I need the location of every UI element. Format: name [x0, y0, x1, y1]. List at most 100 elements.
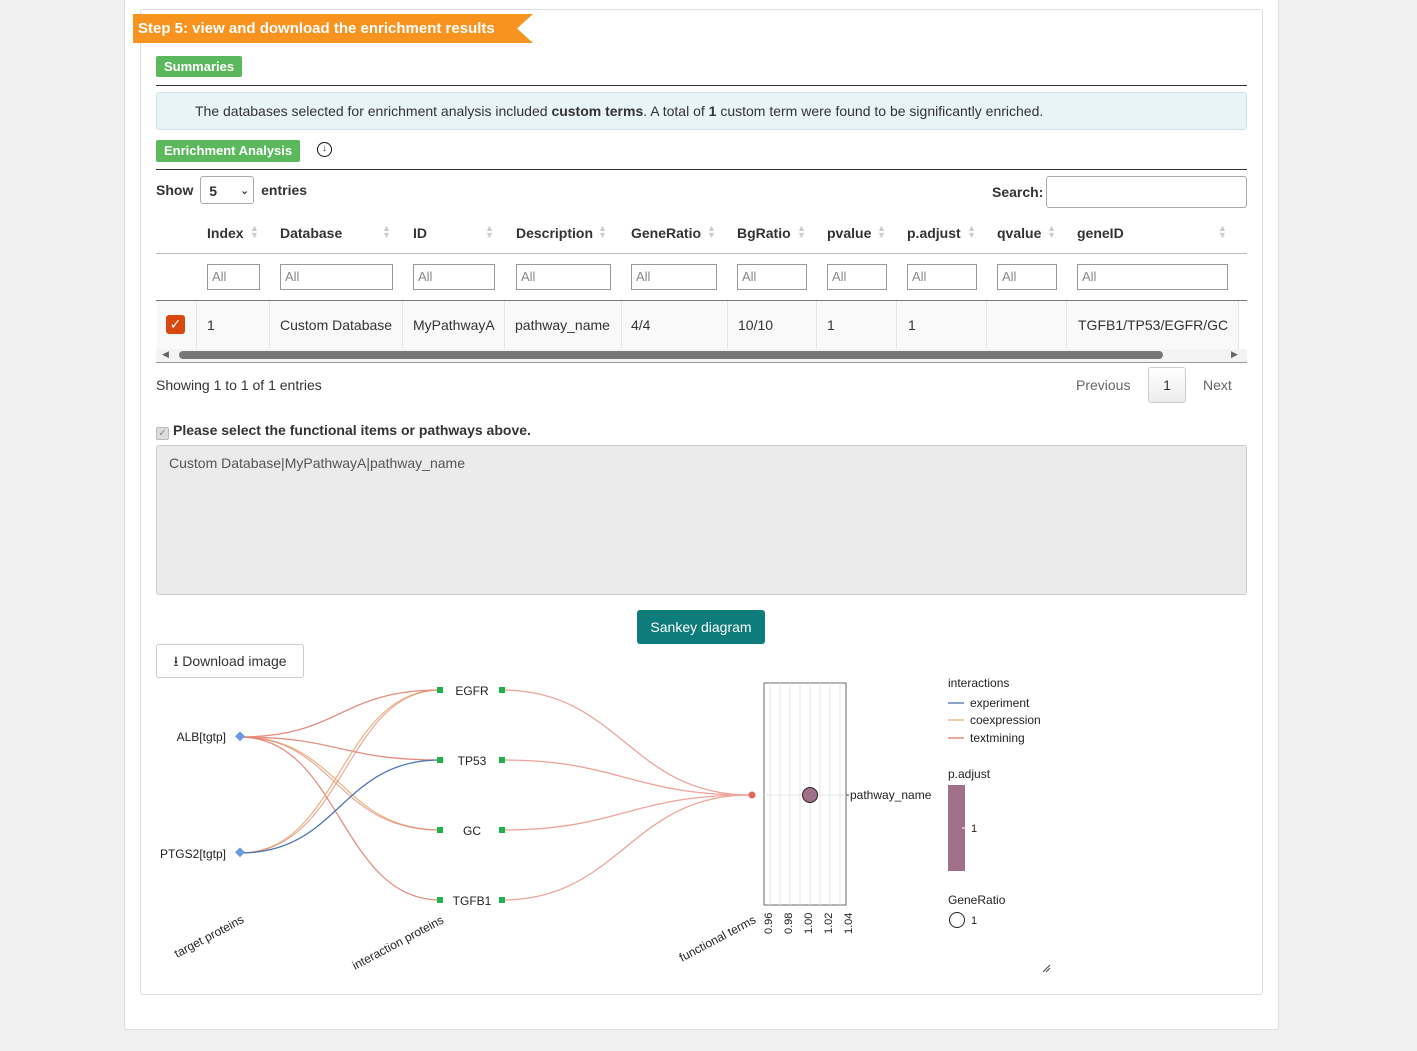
col-header-database[interactable]: Database	[280, 225, 342, 241]
node-functional-term	[748, 791, 756, 799]
legend-generatio-circle	[949, 912, 965, 928]
scroll-left-icon[interactable]: ◀	[162, 349, 169, 360]
next-button[interactable]: Next	[1203, 377, 1232, 393]
cell-separator	[196, 301, 197, 349]
functional-terms-caption: functional terms	[677, 913, 758, 965]
filter-database[interactable]: All	[280, 264, 393, 290]
node-alb	[235, 731, 245, 742]
cell-bgratio: 10/10	[738, 317, 774, 333]
sankey-plot: ALB[tgtp] PTGS2[tgtp] EGFR TP53 GC TGFB1…	[160, 676, 1051, 973]
cell-generatio: 4/4	[631, 317, 651, 333]
col-header-index[interactable]: Index	[207, 225, 244, 241]
legend-experiment: experiment	[970, 696, 1030, 710]
summary-text: . A total of	[643, 103, 709, 119]
target-label-alb: ALB[tgtp]	[177, 730, 226, 744]
col-header-pvalue[interactable]: pvalue	[827, 225, 871, 241]
sort-icon: ▲ ▼	[382, 223, 391, 240]
cell-separator	[816, 301, 817, 349]
legend-padjust-title: p.adjust	[948, 767, 991, 781]
edge-ptgs2-egfr-coexpression	[239, 689, 441, 854]
edge-alb-gc-coexpression	[239, 736, 441, 831]
legend-interactions-title: interactions	[948, 676, 1009, 690]
col-header-id[interactable]: ID	[413, 225, 427, 241]
search-input[interactable]	[1046, 176, 1247, 208]
sort-icon: ▲ ▼	[707, 223, 716, 240]
legend-padjust-value: 1	[971, 823, 977, 835]
interaction-label-egfr: EGFR	[455, 684, 489, 698]
filter-description[interactable]: All	[516, 264, 611, 290]
x-tick-label: 1.04	[843, 913, 855, 934]
col-header-bgratio[interactable]: BgRatio	[737, 225, 791, 241]
filter-geneid[interactable]: All	[1077, 264, 1228, 290]
node-egfr-left	[437, 687, 443, 693]
col-header-description[interactable]: Description	[516, 225, 593, 241]
node-egfr-right	[499, 687, 505, 693]
entries-label: entries	[261, 182, 308, 198]
edge-alb-egfr	[239, 689, 441, 738]
previous-button[interactable]: Previous	[1076, 377, 1130, 393]
divider	[156, 169, 1247, 170]
interaction-label-gc: GC	[463, 824, 481, 838]
row-checkbox[interactable]: ✓	[166, 315, 185, 334]
edge-alb-tgfb1	[239, 736, 441, 901]
cell-database: Custom Database	[280, 317, 393, 333]
table-info: Showing 1 to 1 of 1 entries	[156, 377, 322, 393]
resize-handle-icon[interactable]	[1042, 964, 1051, 973]
page-1-button[interactable]: 1	[1148, 367, 1186, 403]
node-gc-right	[499, 827, 505, 833]
node-ptgs2	[235, 847, 245, 858]
x-tick-label: 0.96	[763, 913, 775, 934]
chevron-down-icon: ⌄	[240, 185, 250, 197]
selection-checkbox[interactable]: ✓	[156, 427, 169, 440]
legend-textmining: textmining	[970, 731, 1025, 745]
scroll-right-icon[interactable]: ▶	[1231, 349, 1238, 360]
cell-separator	[986, 301, 987, 349]
col-header-geneid[interactable]: geneID	[1077, 225, 1124, 241]
entries-select[interactable]: 5 ⌄	[200, 176, 255, 204]
node-gc-left	[437, 827, 443, 833]
sankey-diagram-button[interactable]: Sankey diagram	[637, 610, 765, 644]
x-tick-label: 0.98	[783, 913, 795, 934]
legend-generatio-title: GeneRatio	[948, 893, 1006, 907]
filter-id[interactable]: All	[413, 264, 495, 290]
interaction-proteins-caption: interaction proteins	[350, 913, 446, 973]
sort-icon: ▲ ▼	[797, 223, 806, 240]
download-circle-icon[interactable]: ↓	[317, 142, 332, 157]
cell-id: MyPathwayA	[413, 317, 495, 333]
edge-gc-term	[501, 794, 751, 831]
selected-items-textarea[interactable]: Custom Database|MyPathwayA|pathway_name	[156, 445, 1247, 595]
filter-generatio[interactable]: All	[631, 264, 717, 290]
node-tgfb1-left	[437, 897, 443, 903]
download-icon: ⭳	[173, 653, 179, 669]
col-header-generatio[interactable]: GeneRatio	[631, 225, 701, 241]
filter-bgratio[interactable]: All	[737, 264, 807, 290]
cell-separator	[269, 301, 270, 349]
step-title: Step 5: view and download the enrichment…	[133, 14, 533, 43]
cell-index: 1	[207, 317, 215, 333]
node-tp53-right	[499, 757, 505, 763]
col-header-padjust[interactable]: p.adjust	[907, 225, 961, 241]
x-axis-ticks: 0.96 0.98 1.00 1.02 1.04	[763, 913, 855, 934]
cell-separator	[402, 301, 403, 349]
cell-padjust: 1	[908, 317, 916, 333]
cell-separator	[727, 301, 728, 349]
target-proteins-caption: target proteins	[172, 912, 246, 960]
sort-icon: ▲ ▼	[1218, 223, 1227, 240]
x-tick-label: 1.00	[803, 913, 815, 934]
legend-generatio-value: 1	[971, 915, 977, 927]
table-header-divider	[156, 253, 1247, 254]
node-tp53-left	[437, 757, 443, 763]
edge-tp53-term	[501, 759, 751, 796]
scrollbar-thumb[interactable]	[179, 351, 1163, 359]
filter-padjust[interactable]: All	[907, 264, 977, 290]
selection-label: ✓ Please select the functional items or p…	[156, 422, 531, 440]
filter-pvalue[interactable]: All	[827, 264, 887, 290]
col-header-qvalue[interactable]: qvalue	[997, 225, 1041, 241]
entries-value: 5	[209, 183, 218, 199]
summary-db-type: custom terms	[551, 103, 644, 119]
node-tgfb1-right	[499, 897, 505, 903]
edge-egfr-term	[501, 689, 751, 796]
filter-index[interactable]: All	[207, 264, 260, 290]
edge-tgfb1-term	[501, 794, 751, 901]
filter-qvalue[interactable]: All	[997, 264, 1057, 290]
